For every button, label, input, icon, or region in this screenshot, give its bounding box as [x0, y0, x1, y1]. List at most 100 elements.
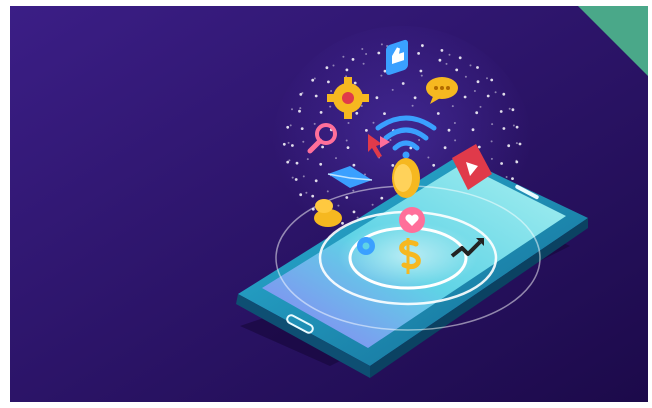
globe-dot: [302, 175, 305, 178]
globe-dot: [302, 140, 305, 143]
globe-dot: [314, 94, 318, 98]
globe-dot: [345, 196, 349, 199]
globe-dot: [282, 142, 286, 146]
globe-dot: [291, 108, 293, 111]
globe-dot: [490, 157, 493, 160]
globe-dot: [313, 122, 316, 125]
globe-dot: [455, 68, 459, 72]
globe-dot: [391, 164, 395, 167]
globe-dot: [326, 190, 329, 193]
globe-dot: [464, 75, 467, 78]
globe-dot: [325, 66, 329, 70]
globe-dot: [375, 96, 379, 100]
globe-dot: [494, 91, 497, 94]
globe-dot: [345, 68, 349, 72]
globe-dot: [476, 66, 479, 69]
globe-dot: [329, 105, 332, 108]
globe-dot: [500, 162, 503, 165]
globe-dot: [330, 90, 333, 92]
globe-dot: [502, 92, 506, 96]
globe-dot: [380, 196, 384, 200]
gear-small-icon: [357, 237, 375, 255]
illustration: [10, 6, 648, 402]
globe-dot: [294, 178, 298, 181]
globe-dot: [458, 56, 462, 60]
globe-dot: [306, 158, 309, 161]
globe-dot: [289, 124, 292, 127]
globe-dot: [380, 43, 383, 46]
globe-dot: [512, 124, 515, 127]
globe-dot: [518, 142, 522, 146]
globe-dot: [515, 142, 518, 145]
globe-dot: [475, 111, 479, 115]
globe-dot: [288, 159, 291, 162]
globe-dot: [432, 163, 436, 167]
globe-dot: [355, 111, 359, 115]
globe-dot: [427, 156, 430, 159]
illustration-svg: [10, 6, 648, 402]
illustration-frame: [0, 0, 652, 408]
globe-dot: [332, 64, 335, 67]
globe-dot: [319, 162, 323, 166]
globe-dot: [383, 69, 387, 73]
globe-dot: [305, 191, 308, 194]
globe-dot: [335, 157, 337, 160]
globe-dot: [453, 122, 456, 124]
globe-dot: [321, 145, 324, 149]
globe-dot: [476, 80, 480, 84]
globe-dot: [319, 111, 323, 114]
globe-dot: [286, 160, 290, 164]
globe-dot: [454, 139, 457, 142]
globe-dot: [372, 121, 375, 124]
globe-dot: [353, 81, 357, 85]
globe-dot: [471, 128, 475, 132]
globe-dot: [356, 216, 359, 219]
globe-dot: [490, 78, 494, 82]
globe-dot: [371, 203, 374, 206]
globe-dot: [291, 144, 294, 147]
globe-dot: [365, 129, 368, 132]
globe-dot: [491, 123, 494, 126]
globe-dot: [301, 92, 304, 94]
globe-dot: [438, 58, 442, 62]
coin-icon: [392, 158, 420, 198]
globe-dot: [361, 48, 364, 50]
globe-dot: [313, 77, 316, 80]
globe-dot: [337, 204, 340, 207]
globe-dot: [311, 194, 315, 198]
heart-icon: [399, 207, 425, 233]
globe-dot: [380, 74, 383, 77]
globe-dot: [486, 94, 490, 98]
globe-dot: [401, 82, 405, 85]
globe-dot: [351, 58, 355, 61]
globe-dot: [295, 161, 299, 165]
globe-dot: [365, 53, 368, 55]
globe-dot: [505, 176, 508, 178]
globe-dot: [445, 62, 448, 65]
globe-dot: [477, 145, 481, 149]
globe-dot: [448, 53, 451, 56]
globe-dot: [473, 90, 476, 92]
globe-dot: [511, 108, 515, 112]
globe-dot: [314, 179, 318, 183]
globe-dot: [511, 177, 514, 181]
globe-dot: [352, 210, 356, 214]
globe-dot: [451, 105, 454, 108]
globe-dot: [420, 74, 423, 77]
globe-dot: [286, 125, 290, 129]
globe-dot: [341, 221, 344, 225]
globe-dot: [383, 112, 386, 115]
globe-dot: [291, 176, 294, 179]
globe-dot: [346, 146, 350, 150]
globe-dot: [436, 112, 440, 115]
globe-dot: [447, 128, 451, 132]
globe-dot: [486, 77, 488, 80]
globe-dot: [411, 104, 414, 107]
globe-dot: [389, 139, 392, 141]
globe-dot: [443, 146, 447, 150]
globe-dot: [300, 127, 304, 130]
globe-dot: [362, 62, 365, 65]
globe-dot: [327, 80, 330, 84]
globe-dot: [419, 69, 423, 73]
globe-dot: [342, 55, 345, 58]
